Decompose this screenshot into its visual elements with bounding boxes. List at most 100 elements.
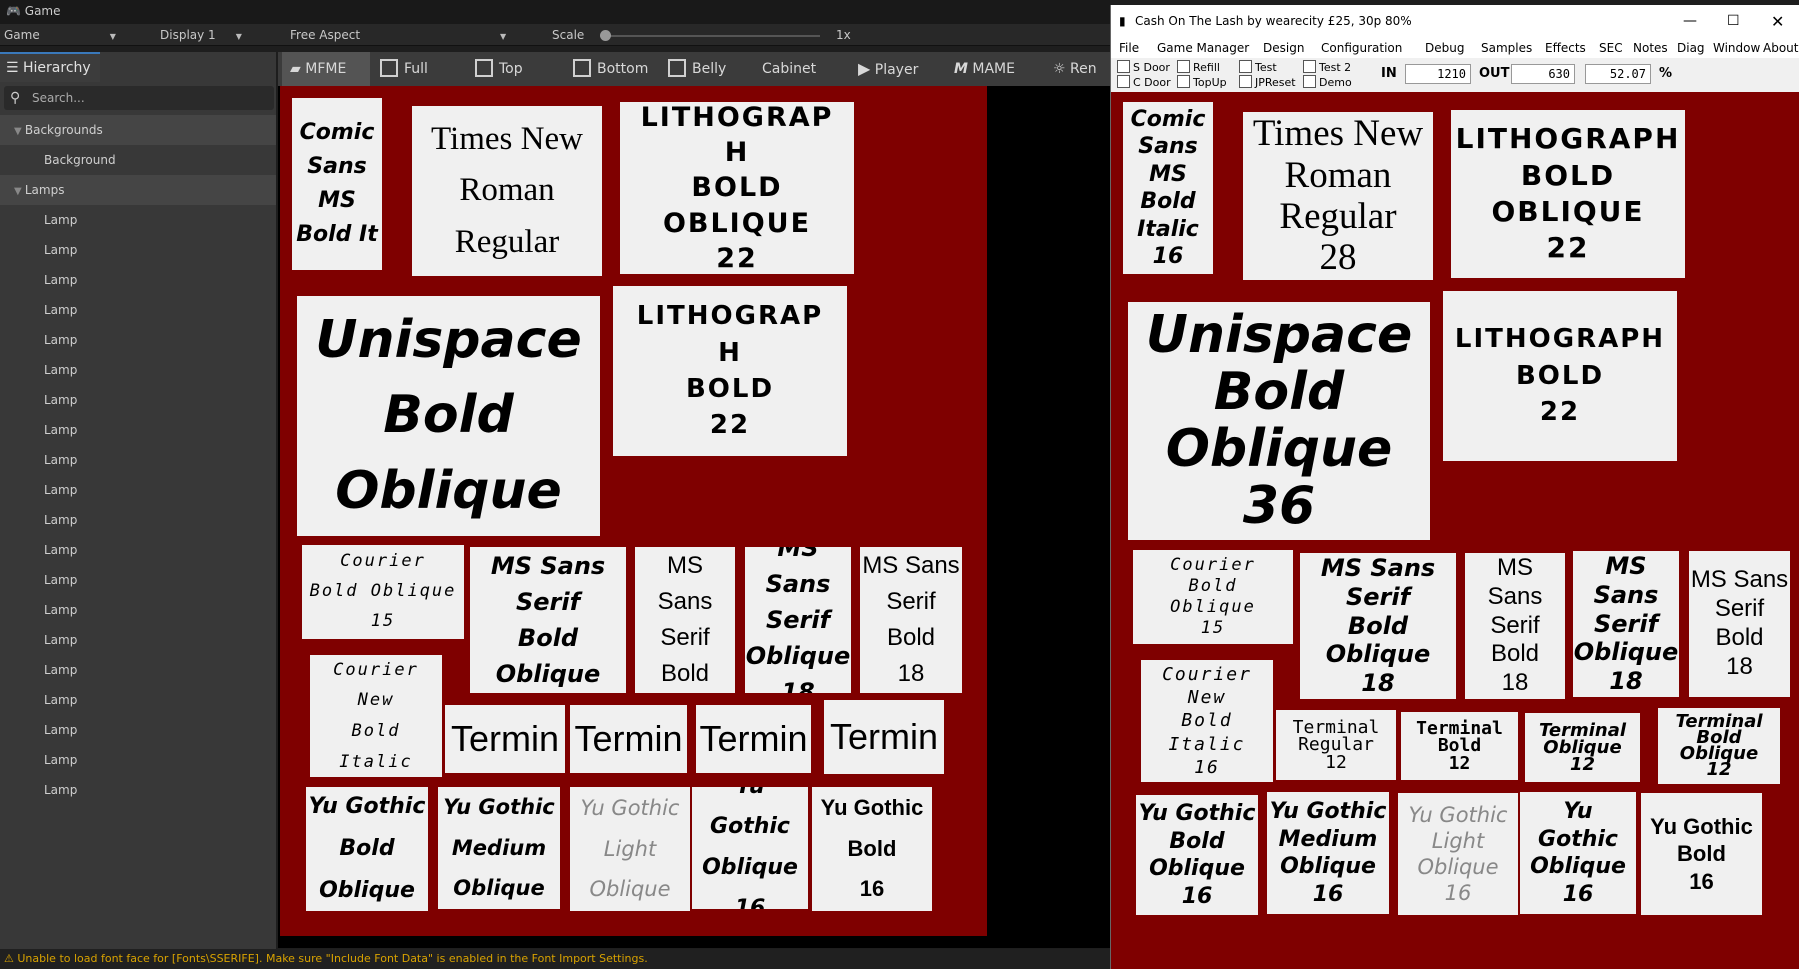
checkbox[interactable]: [380, 59, 398, 77]
lamp-7[interactable]: MS Sans Serif Bold Oblique: [470, 547, 626, 693]
test-check[interactable]: Test: [1239, 60, 1277, 74]
bottom-toggle[interactable]: Bottom: [573, 52, 648, 86]
lamp-6[interactable]: Courier Bold Oblique 15: [302, 545, 464, 639]
checkbox[interactable]: [1239, 60, 1252, 73]
hierarchy-item[interactable]: Lamp: [0, 385, 276, 415]
hierarchy-item[interactable]: Lamp: [0, 685, 276, 715]
lamp-19[interactable]: Yu Gothic Oblique 16: [692, 787, 808, 909]
c-door-check[interactable]: C Door: [1117, 75, 1171, 89]
lamp-17[interactable]: Yu Gothic Medium Oblique 16: [1267, 792, 1389, 914]
lamp-6[interactable]: Courier Bold Oblique 15: [1133, 550, 1293, 644]
checkbox[interactable]: [1239, 75, 1252, 88]
caret-down-icon[interactable]: ▼: [14, 126, 25, 137]
lamp-19[interactable]: Yu Gothic Oblique 16: [1520, 792, 1636, 914]
hierarchy-item[interactable]: Lamp: [0, 565, 276, 595]
lamp-20[interactable]: Yu Gothic Bold 16: [1641, 793, 1762, 915]
lamp-9[interactable]: MS Sans Serif Oblique 18: [745, 547, 851, 693]
hierarchy-tab[interactable]: ☰ Hierarchy: [0, 52, 100, 82]
lamp-8[interactable]: MS Sans Serif Bold: [635, 547, 735, 693]
lamp-2[interactable]: Times New Roman Regular 28: [1243, 112, 1433, 280]
game-tab[interactable]: 🎮 Game: [6, 4, 61, 18]
lamp-4[interactable]: Unispace Bold Oblique 36: [1128, 302, 1430, 540]
hierarchy-item[interactable]: Lamp: [0, 625, 276, 655]
hierarchy-item[interactable]: Lamp: [0, 235, 276, 265]
render-button[interactable]: ☼ Ren: [1053, 52, 1097, 86]
hierarchy-item[interactable]: Background: [0, 145, 276, 175]
hierarchy-item[interactable]: Lamp: [0, 265, 276, 295]
lamp-20[interactable]: Yu Gothic Bold 16: [812, 787, 932, 911]
scale-slider-handle[interactable]: [600, 29, 612, 41]
menu-effects[interactable]: Effects: [1545, 38, 1586, 58]
checkbox[interactable]: [1177, 60, 1190, 73]
topup-check[interactable]: TopUp: [1177, 75, 1227, 89]
lamp-7[interactable]: MS Sans Serif Bold Oblique 18: [1300, 553, 1456, 699]
lamp-2[interactable]: Times New Roman Regular: [412, 106, 602, 276]
in-field[interactable]: 1210: [1405, 64, 1471, 84]
lamp-11[interactable]: Courier New Bold Italic: [310, 655, 442, 777]
lamp-5[interactable]: LITHOGRAP H BOLD 22: [613, 286, 847, 456]
lamp-1[interactable]: Comic Sans MS Bold Italic 16: [1123, 102, 1213, 274]
lamp-13[interactable]: Terminal Bold 12: [1401, 712, 1518, 780]
checkbox[interactable]: [1117, 60, 1130, 73]
scale-slider[interactable]: [600, 29, 821, 41]
lamp-10[interactable]: MS Sans Serif Bold 18: [860, 547, 962, 693]
hierarchy-item[interactable]: Lamp: [0, 595, 276, 625]
lamp-8[interactable]: MS Sans Serif Bold 18: [1465, 553, 1565, 699]
lamp-13[interactable]: Termin: [570, 705, 687, 773]
display-number-dropdown[interactable]: Display 1 ▼: [160, 24, 280, 48]
hierarchy-group[interactable]: ▼ Backgrounds: [0, 115, 276, 145]
menu-sec[interactable]: SEC: [1599, 38, 1623, 58]
menu-configuration[interactable]: Configuration: [1321, 38, 1402, 58]
caret-down-icon[interactable]: ▼: [14, 186, 25, 197]
mame-button[interactable]: M MAME: [954, 52, 1015, 86]
hierarchy-item[interactable]: Lamp: [0, 775, 276, 805]
lamp-12[interactable]: Termin: [445, 705, 565, 773]
lamp-12[interactable]: Terminal Regular 12: [1276, 710, 1396, 780]
lamp-9[interactable]: MS Sans Serif Oblique 18: [1573, 551, 1679, 697]
lamp-4[interactable]: Unispace Bold Oblique: [297, 296, 600, 536]
lamp-15[interactable]: Terminal Bold Oblique 12: [1658, 708, 1780, 784]
lamp-3[interactable]: LITHOGRAP H BOLD OBLIQUE 22: [620, 102, 854, 274]
hierarchy-item[interactable]: Lamp: [0, 745, 276, 775]
hierarchy-item[interactable]: Lamp: [0, 325, 276, 355]
lamp-14[interactable]: Terminal Oblique 12: [1525, 713, 1640, 782]
hierarchy-item[interactable]: Lamp: [0, 715, 276, 745]
mfme-button[interactable]: ▰ MFME: [282, 52, 370, 86]
hierarchy-item[interactable]: Lamp: [0, 355, 276, 385]
menu-diag[interactable]: Diag: [1677, 38, 1705, 58]
aspect-dropdown[interactable]: Free Aspect ▼: [290, 24, 530, 48]
hierarchy-item[interactable]: Lamp: [0, 505, 276, 535]
checkbox[interactable]: [573, 59, 591, 77]
hierarchy-item[interactable]: Lamp: [0, 655, 276, 685]
checkbox[interactable]: [668, 59, 686, 77]
menu-game-manager[interactable]: Game Manager: [1157, 38, 1249, 58]
hierarchy-item[interactable]: Lamp: [0, 415, 276, 445]
refill-check[interactable]: Refill: [1177, 60, 1220, 74]
jpreset-check[interactable]: JPReset: [1239, 75, 1296, 89]
checkbox[interactable]: [1117, 75, 1130, 88]
lamp-3[interactable]: LITHOGRAPH BOLD OBLIQUE 22: [1451, 110, 1685, 278]
maximize-icon[interactable]: ☐: [1727, 5, 1740, 38]
percentage-field[interactable]: 52.07: [1585, 64, 1651, 84]
checkbox[interactable]: [1303, 75, 1316, 88]
lamp-17[interactable]: Yu Gothic Medium Oblique: [438, 787, 560, 909]
lamp-16[interactable]: Yu Gothic Bold Oblique 16: [1136, 795, 1258, 915]
close-icon[interactable]: ✕: [1771, 5, 1784, 38]
lamp-16[interactable]: Yu Gothic Bold Oblique: [306, 787, 428, 911]
lamp-1[interactable]: Comic Sans MS Bold It: [292, 98, 382, 270]
out-field[interactable]: 630: [1511, 64, 1575, 84]
top-toggle[interactable]: Top: [475, 52, 523, 86]
checkbox[interactable]: [475, 59, 493, 77]
menu-about[interactable]: About: [1763, 38, 1798, 58]
hierarchy-item[interactable]: Lamp: [0, 535, 276, 565]
lamp-5[interactable]: LITHOGRAPH BOLD 22: [1443, 291, 1677, 461]
checkbox[interactable]: [1177, 75, 1190, 88]
menu-notes[interactable]: Notes: [1633, 38, 1668, 58]
minimize-icon[interactable]: —: [1683, 5, 1697, 38]
hierarchy-item[interactable]: Lamp: [0, 205, 276, 235]
checkbox[interactable]: [1303, 60, 1316, 73]
hierarchy-item[interactable]: Lamp: [0, 475, 276, 505]
hierarchy-search-input[interactable]: ⚲ Search...: [4, 86, 274, 110]
lamp-14[interactable]: Termin: [696, 705, 811, 773]
menu-samples[interactable]: Samples: [1481, 38, 1532, 58]
